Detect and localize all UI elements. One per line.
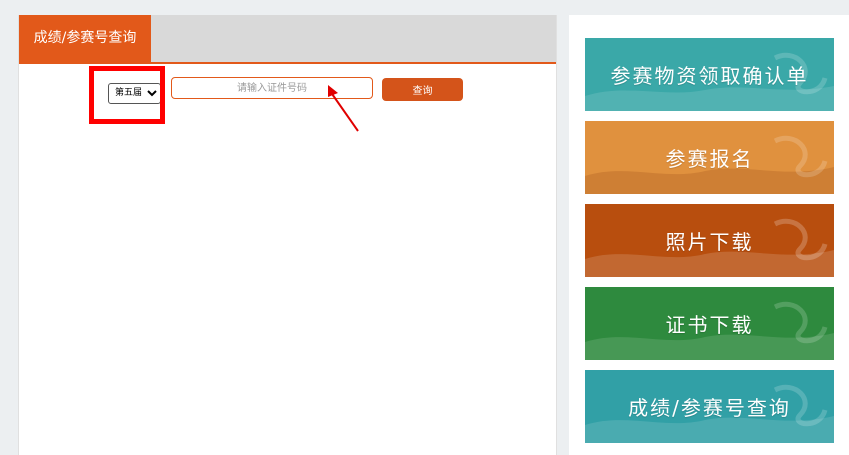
edition-select[interactable]: 第五届 xyxy=(108,82,161,104)
banner-registration[interactable]: 参赛报名 xyxy=(585,121,834,194)
tab-bar: 成绩/参赛号查询 xyxy=(19,15,556,64)
banner-certificate-download[interactable]: 证书下载 xyxy=(585,287,834,360)
tab-score-query[interactable]: 成绩/参赛号查询 xyxy=(19,15,151,62)
banner-label: 参赛物资领取确认单 xyxy=(610,64,809,88)
banner-score-query[interactable]: 成绩/参赛号查询 xyxy=(585,370,834,443)
banner-label: 参赛报名 xyxy=(665,147,754,171)
banner-photo-download[interactable]: 照片下载 xyxy=(585,204,834,277)
query-button[interactable]: 查询 xyxy=(382,78,463,101)
arrow-annotation xyxy=(328,85,359,132)
banner-label: 成绩/参赛号查询 xyxy=(628,396,791,420)
banner-material-confirmation[interactable]: 参赛物资领取确认单 xyxy=(585,38,834,111)
banner-label: 证书下载 xyxy=(665,313,754,337)
edition-select-wrapper: 第五届 xyxy=(108,80,161,104)
banner-label: 照片下载 xyxy=(665,230,754,254)
quick-links-panel: 参赛物资领取确认单 参赛报名 照片下载 证书下载 成绩/参赛号查询 xyxy=(569,15,849,455)
